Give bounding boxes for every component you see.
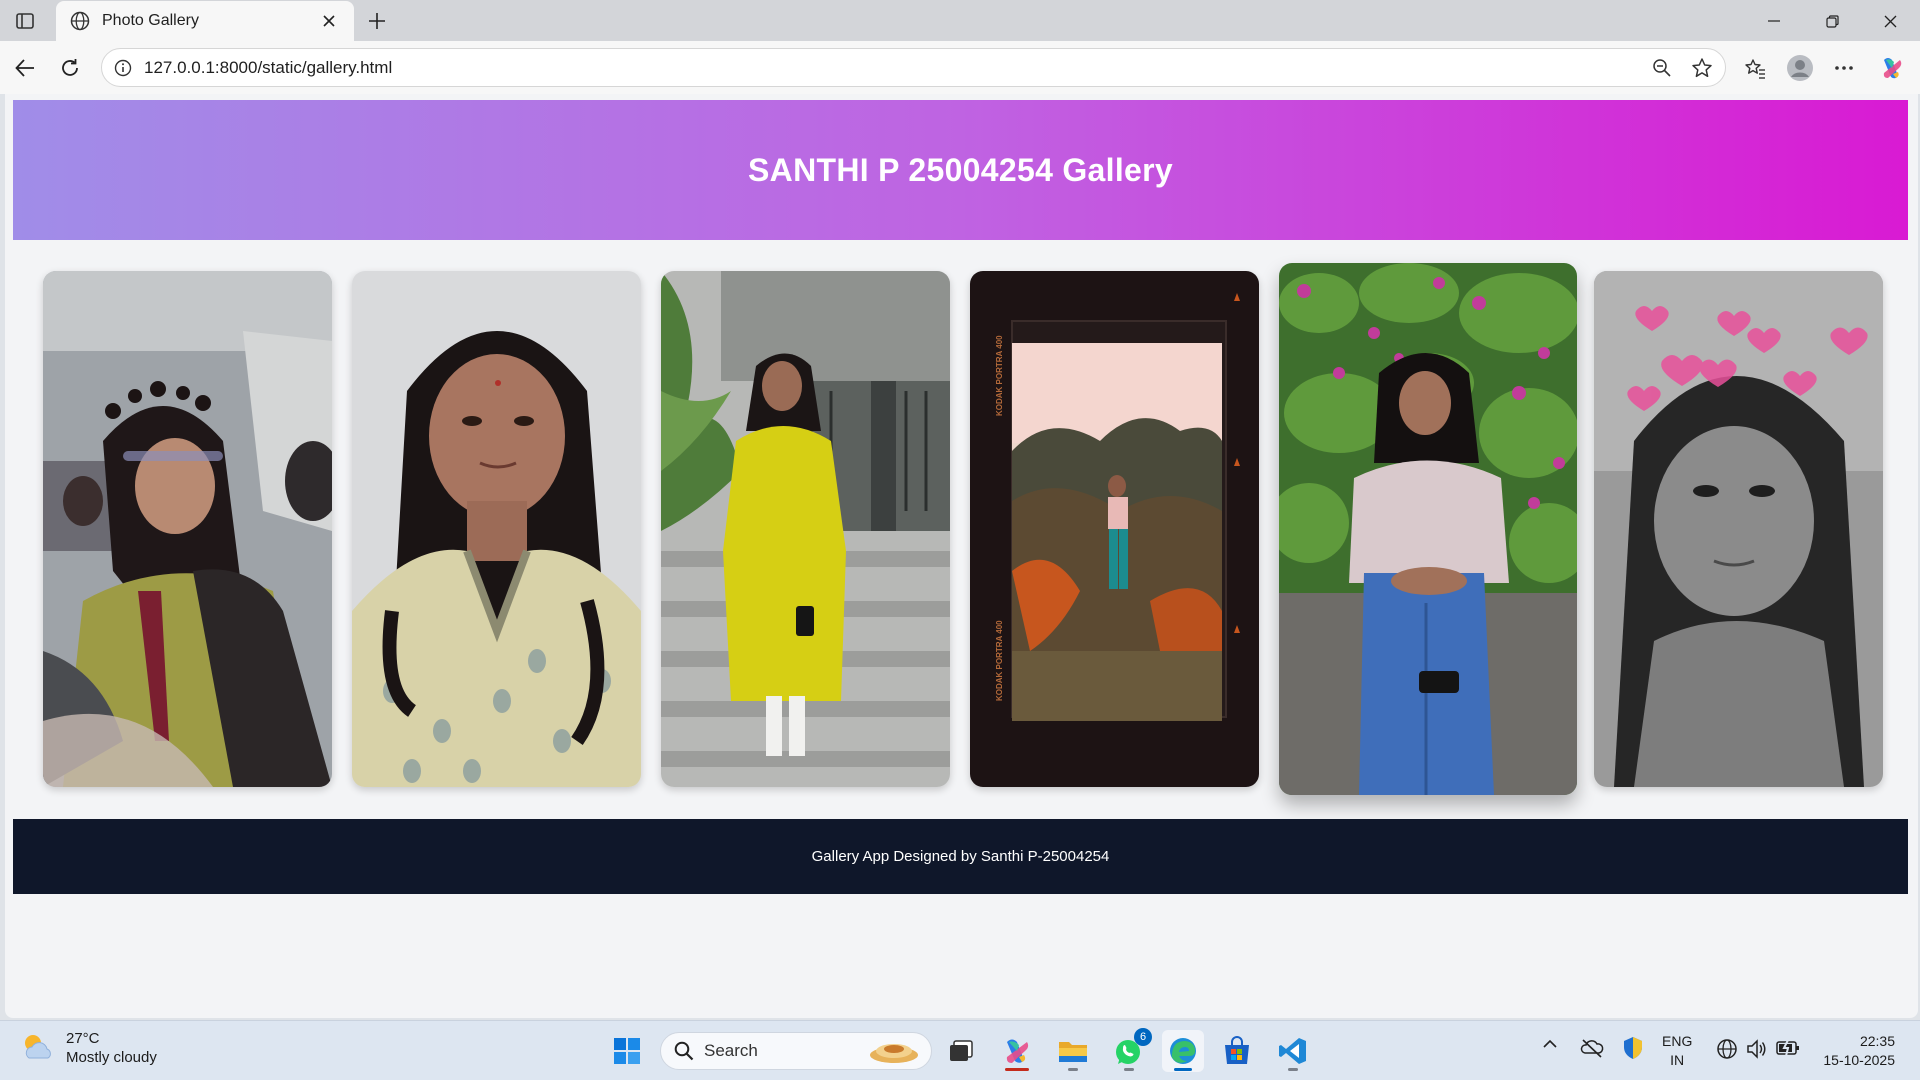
page-title: SANTHI P 25004254 Gallery (748, 151, 1173, 188)
search-icon (674, 1041, 694, 1061)
whatsapp-button[interactable]: 6 (1108, 1028, 1152, 1072)
show-hidden-icons-chevron-icon[interactable] (1542, 1039, 1558, 1049)
security-shield-icon[interactable] (1622, 1036, 1644, 1060)
photo-5-image (1279, 263, 1577, 795)
language-code: ENG (1662, 1033, 1693, 1049)
browser-tab[interactable]: Photo Gallery (56, 1, 354, 41)
page-footer: Gallery App Designed by Santhi P-2500425… (13, 819, 1908, 894)
restore-button[interactable] (1812, 6, 1852, 36)
page-header: SANTHI P 25004254 Gallery (13, 100, 1908, 240)
photo-card-1[interactable] (43, 271, 332, 787)
windows-taskbar: 27°C Mostly cloudy Search 6 ENG IN 22:35… (0, 1020, 1920, 1080)
network-globe-icon[interactable] (1716, 1038, 1738, 1060)
more-options-icon[interactable] (1828, 52, 1860, 84)
page-viewport: SANTHI P 25004254 Gallery KODAK PORTRA 4… (5, 94, 1918, 1018)
taskbar-search[interactable]: Search (660, 1032, 932, 1070)
close-tab-icon[interactable] (318, 10, 340, 32)
photo-4-image: KODAK PORTRA 400 KODAK PORTRA 400 (970, 271, 1259, 787)
microsoft-store-button[interactable] (1216, 1030, 1258, 1072)
photo-3-image (661, 271, 950, 787)
whatsapp-badge: 6 (1134, 1028, 1152, 1046)
language-region: IN (1670, 1052, 1685, 1068)
photo-card-5[interactable] (1279, 263, 1577, 795)
search-label: Search (704, 1041, 758, 1060)
svg-text:KODAK PORTRA 400: KODAK PORTRA 400 (995, 335, 1004, 416)
tab-actions-icon[interactable] (10, 8, 40, 34)
clock-time: 22:35 (1859, 1033, 1895, 1049)
copilot-app-button[interactable] (996, 1030, 1038, 1072)
refresh-button[interactable] (54, 52, 86, 84)
start-button[interactable] (606, 1030, 648, 1072)
photo-2-image (352, 271, 641, 787)
tab-strip: Photo Gallery (0, 0, 1920, 41)
browser-toolbar: 127.0.0.1:8000/static/gallery.html (0, 41, 1920, 94)
partly-cloudy-icon (20, 1030, 56, 1066)
file-explorer-button[interactable] (1052, 1030, 1094, 1072)
svg-text:KODAK PORTRA 400: KODAK PORTRA 400 (995, 620, 1004, 701)
photo-card-6[interactable] (1594, 271, 1883, 787)
address-bar[interactable]: 127.0.0.1:8000/static/gallery.html (101, 48, 1726, 87)
whatsapp-running-indicator (1124, 1068, 1134, 1071)
globe-icon (70, 11, 90, 31)
photo-gallery: KODAK PORTRA 400 KODAK PORTRA 400 (43, 263, 1883, 795)
task-view-button[interactable] (940, 1030, 982, 1072)
new-tab-button[interactable] (363, 8, 391, 34)
copilot-icon[interactable] (1876, 52, 1908, 84)
vscode-button[interactable] (1272, 1030, 1314, 1072)
back-button[interactable] (9, 52, 41, 84)
clock-date: 15-10-2025 (1823, 1052, 1895, 1068)
edge-browser-button[interactable] (1162, 1030, 1204, 1072)
photo-1-image (43, 271, 332, 787)
zoom-out-icon[interactable] (1645, 51, 1679, 85)
copilot-running-indicator (1005, 1068, 1029, 1071)
footer-text: Gallery App Designed by Santhi P-2500425… (811, 848, 1110, 865)
photo-card-2[interactable] (352, 271, 641, 787)
system-clock[interactable]: 22:35 15-10-2025 (1815, 1032, 1895, 1070)
explorer-running-indicator (1068, 1068, 1078, 1071)
photo-6-image (1594, 271, 1883, 787)
favorites-icon[interactable] (1739, 52, 1771, 84)
photo-card-4[interactable]: KODAK PORTRA 400 KODAK PORTRA 400 (970, 271, 1259, 787)
site-info-icon[interactable] (112, 57, 134, 79)
onedrive-offline-icon[interactable] (1580, 1037, 1604, 1059)
edge-active-indicator (1174, 1068, 1192, 1071)
battery-charging-icon[interactable] (1776, 1039, 1800, 1057)
url-text[interactable]: 127.0.0.1:8000/static/gallery.html (144, 58, 1645, 78)
search-highlight-icon (867, 1037, 921, 1065)
minimize-button[interactable] (1754, 6, 1794, 36)
vscode-running-indicator (1288, 1068, 1298, 1071)
weather-condition: Mostly cloudy (66, 1049, 157, 1066)
language-indicator[interactable]: ENG IN (1662, 1032, 1692, 1070)
favorite-star-icon[interactable] (1685, 51, 1719, 85)
tab-title: Photo Gallery (102, 12, 199, 29)
weather-temperature: 27°C (66, 1030, 100, 1047)
volume-icon[interactable] (1746, 1038, 1768, 1060)
profile-avatar-icon[interactable] (1784, 52, 1816, 84)
photo-card-3[interactable] (661, 271, 950, 787)
weather-widget[interactable]: 27°C Mostly cloudy (20, 1029, 157, 1067)
close-window-button[interactable] (1870, 6, 1910, 36)
